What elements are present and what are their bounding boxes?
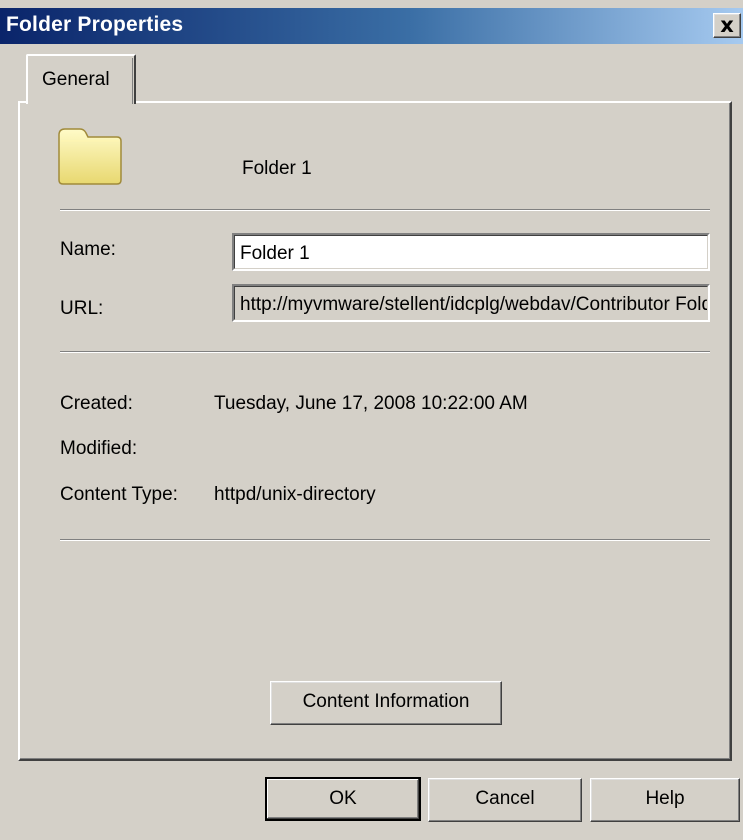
url-label: URL: (60, 298, 104, 319)
separator (60, 351, 710, 353)
general-panel: Folder 1 Name: Folder 1 URL: http://myvm… (18, 101, 732, 761)
cancel-label: Cancel (475, 788, 535, 809)
separator (60, 539, 710, 541)
title-bar[interactable]: Folder Properties x (0, 8, 743, 44)
url-field[interactable]: http://myvmware/stellent/idcplg/webdav/C… (232, 284, 710, 322)
tab-general[interactable]: General (26, 54, 136, 104)
created-label: Created: (60, 393, 133, 414)
folder-icon (58, 128, 122, 185)
name-label: Name: (60, 239, 116, 260)
ok-label: OK (329, 788, 357, 809)
content-type-label: Content Type: (60, 484, 178, 505)
cancel-button[interactable]: Cancel (428, 778, 582, 822)
folder-properties-dialog: Folder Properties x General Folder 1 Nam… (0, 0, 743, 840)
created-value: Tuesday, June 17, 2008 10:22:00 AM (214, 393, 528, 414)
ok-button[interactable]: OK (265, 777, 421, 821)
content-information-button[interactable]: Content Information (270, 681, 502, 725)
url-field-value: http://myvmware/stellent/idcplg/webdav/C… (240, 294, 707, 315)
window-title: Folder Properties (6, 13, 184, 36)
separator (60, 209, 710, 211)
help-label: Help (645, 788, 685, 809)
content-information-label: Content Information (302, 691, 470, 712)
folder-name-heading: Folder 1 (242, 158, 312, 179)
tab-general-label: General (42, 69, 110, 90)
help-button[interactable]: Help (590, 778, 740, 822)
close-icon: x (720, 13, 734, 37)
content-type-value: httpd/unix-directory (214, 484, 376, 505)
modified-label: Modified: (60, 438, 138, 459)
name-field[interactable]: Folder 1 (232, 233, 710, 271)
name-field-value: Folder 1 (240, 243, 310, 264)
close-button[interactable]: x (713, 13, 741, 38)
